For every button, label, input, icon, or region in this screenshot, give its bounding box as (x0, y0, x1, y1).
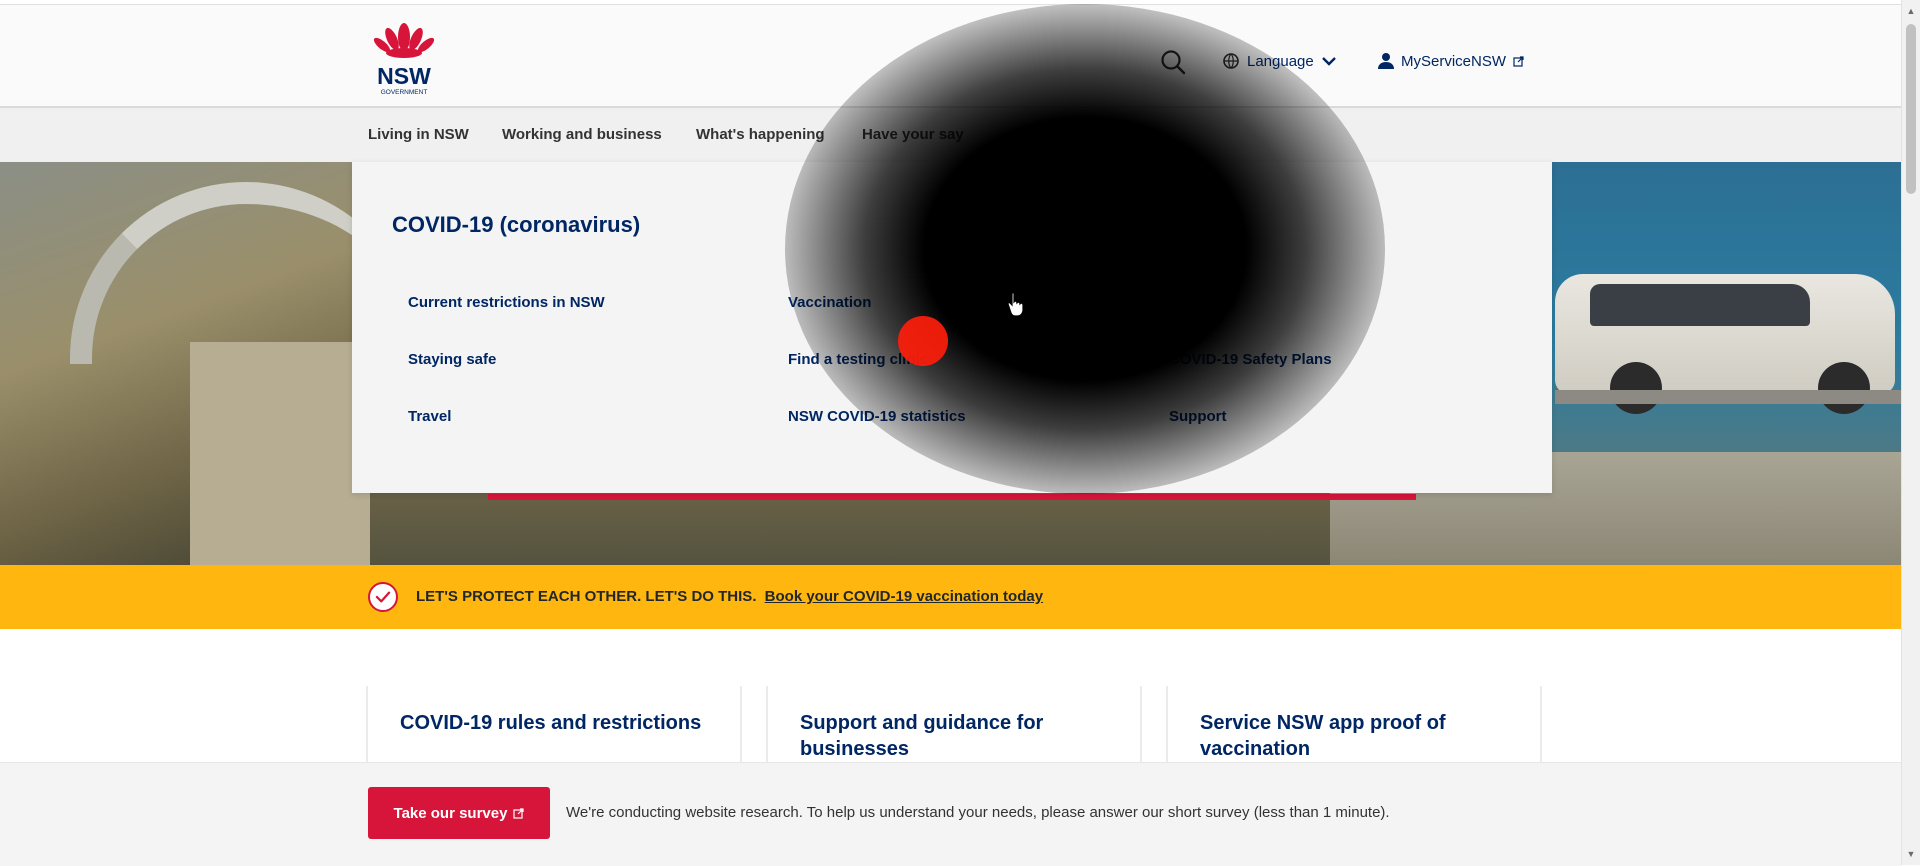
myservicensw-link[interactable]: MyServiceNSW (1378, 49, 1524, 73)
external-link-icon (513, 807, 525, 819)
megamenu-link-current-restrictions[interactable]: Current restrictions in NSW (408, 294, 605, 311)
nav-item-have-your-say[interactable]: Have your say (862, 126, 964, 143)
take-survey-button[interactable]: Take our survey (368, 787, 550, 839)
megamenu-title[interactable]: COVID-19 (coronavirus) (392, 212, 640, 238)
site-header: NSW GOVERNMENT Language MyServiceNSW (0, 4, 1902, 107)
nav-item-whats-happening[interactable]: What's happening (696, 126, 825, 143)
chevron-down-icon (1321, 57, 1336, 66)
check-circle-icon (368, 582, 398, 612)
language-selector[interactable]: Language (1222, 49, 1337, 73)
megamenu-link-staying-safe[interactable]: Staying safe (408, 351, 496, 368)
take-survey-label: Take our survey (393, 804, 508, 822)
survey-bar: Take our survey We're conducting website… (0, 762, 1902, 866)
vaccination-banner: LET'S PROTECT EACH OTHER. LET'S DO THIS.… (0, 565, 1902, 629)
hero-barrier (1555, 390, 1902, 404)
user-icon (1378, 53, 1394, 69)
hero-car-wheel (1610, 362, 1662, 414)
banner-text: LET'S PROTECT EACH OTHER. LET'S DO THIS. (416, 588, 757, 605)
myservicensw-label: MyServiceNSW (1401, 52, 1507, 70)
megamenu-link-support[interactable]: Support (1169, 408, 1227, 425)
card-title[interactable]: Service NSW app proof of vaccination (1200, 710, 1520, 762)
click-indicator (898, 316, 948, 366)
megamenu-link-travel[interactable]: Travel (408, 408, 451, 425)
language-label: Language (1247, 52, 1314, 70)
hero-car-window (1590, 284, 1810, 326)
card-title[interactable]: Support and guidance for businesses (800, 710, 1120, 762)
survey-message: We're conducting website research. To he… (566, 804, 1390, 821)
megamenu-link-business[interactable]: Business (1169, 294, 1236, 311)
search-icon[interactable] (1159, 48, 1187, 76)
scroll-down-arrow-icon[interactable]: ▼ (1906, 849, 1916, 859)
covid-megamenu: COVID-19 (coronavirus) Current restricti… (352, 162, 1552, 493)
megamenu-link-covid-statistics[interactable]: NSW COVID-19 statistics (788, 408, 966, 425)
banner-message: LET'S PROTECT EACH OTHER. LET'S DO THIS.… (416, 588, 1043, 605)
globe-icon (1223, 53, 1239, 69)
hero-accent-bar (488, 494, 1416, 500)
logo-subtext: GOVERNMENT (381, 89, 428, 96)
book-vaccination-link[interactable]: Book your COVID-19 vaccination today (765, 588, 1043, 605)
external-link-icon (1513, 55, 1524, 67)
card-title[interactable]: COVID-19 rules and restrictions (400, 710, 720, 736)
nav-item-working-and-business[interactable]: Working and business (502, 126, 662, 143)
page-scrollbar[interactable]: ▲ ▼ (1901, 0, 1920, 865)
scroll-thumb[interactable] (1906, 24, 1916, 194)
nsw-government-logo[interactable]: NSW GOVERNMENT (368, 17, 440, 97)
main-navigation: Living in NSW Working and business What'… (0, 106, 1902, 164)
hand-cursor-icon (1007, 291, 1024, 316)
hero-car-wheel (1818, 362, 1870, 414)
megamenu-link-safety-plans[interactable]: COVID-19 Safety Plans (1169, 351, 1332, 368)
nav-item-living-in-nsw[interactable]: Living in NSW (368, 126, 469, 143)
hero-bridge-pillar (190, 342, 370, 565)
scroll-up-arrow-icon[interactable]: ▲ (1906, 6, 1916, 16)
megamenu-link-vaccination[interactable]: Vaccination (788, 294, 871, 311)
logo-text: NSW (377, 63, 431, 89)
